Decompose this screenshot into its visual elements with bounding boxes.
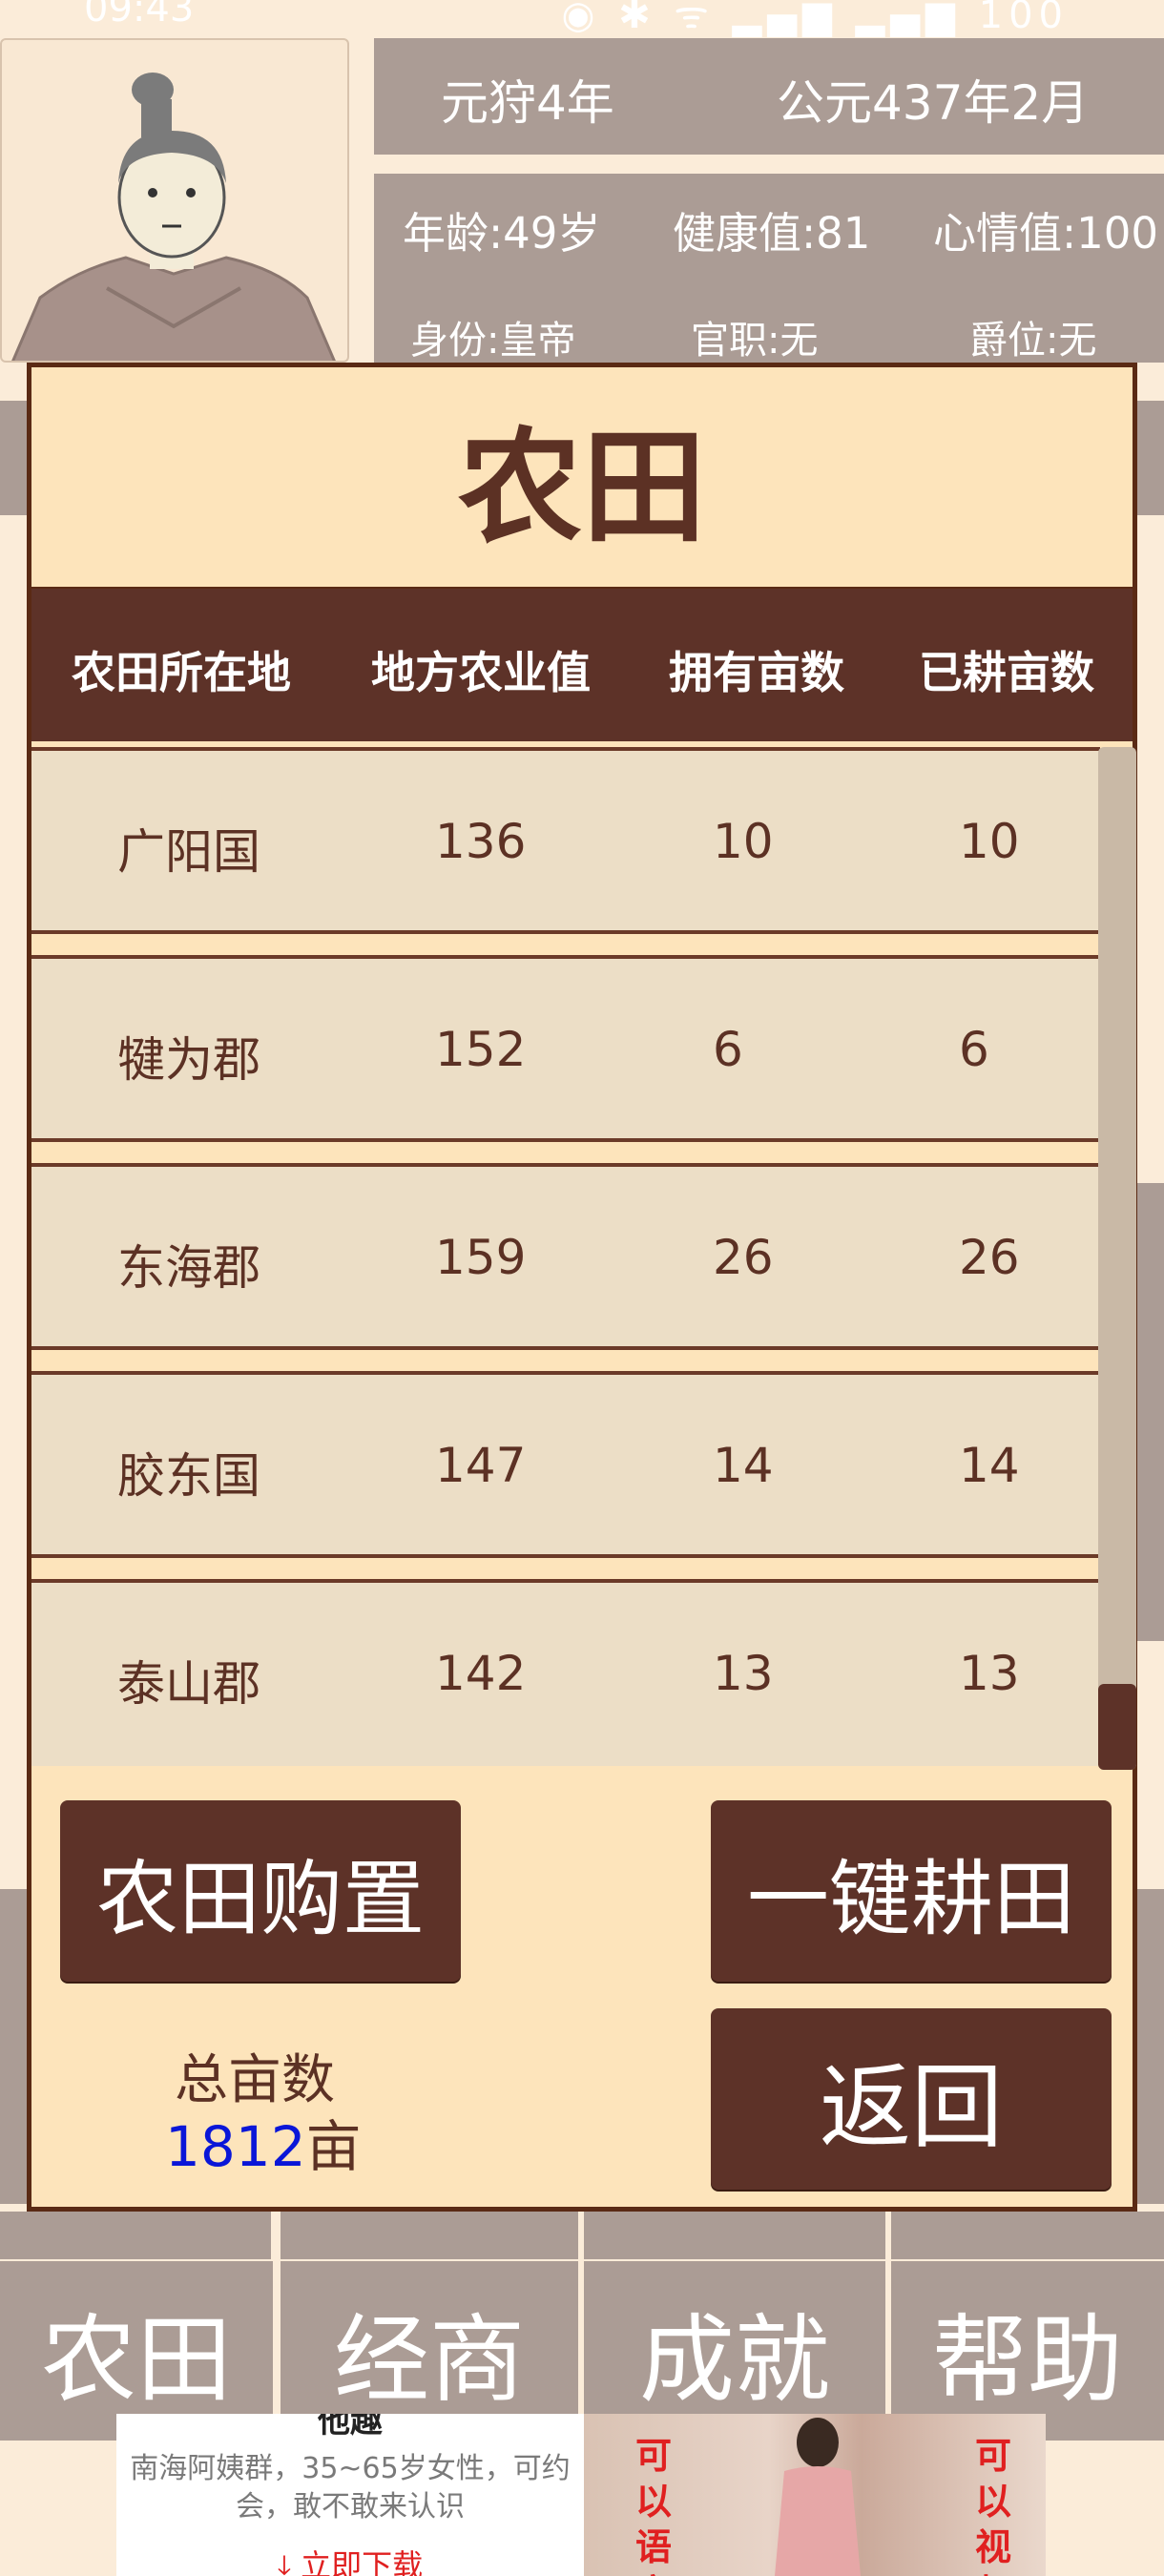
table-row[interactable]: 广阳国 136 10 10 — [31, 747, 1100, 934]
mood-stat: 心情值:100 — [933, 208, 1159, 259]
table-row[interactable]: 泰山郡 142 13 13 — [31, 1579, 1100, 1766]
column-header-owned: 拥有亩数 — [669, 647, 844, 698]
ad-title: 他趣 — [318, 2414, 383, 2441]
cell-agri-value: 159 — [435, 1230, 527, 1285]
cell-plowed: 13 — [959, 1646, 1020, 1701]
background-strip — [1137, 401, 1164, 515]
era-year: 元狩4年 — [441, 75, 614, 131]
buy-farmland-button[interactable]: 农田购置 — [60, 1800, 461, 1982]
cell-agri-value: 136 — [435, 814, 527, 869]
battery-level: 100 — [978, 0, 1069, 37]
emperor-portrait[interactable] — [0, 38, 349, 363]
cell-plowed: 10 — [959, 814, 1020, 869]
scrollbar-thumb[interactable] — [1098, 1684, 1136, 1770]
column-header-location: 农田所在地 — [72, 647, 291, 698]
nav-strip — [0, 2212, 271, 2259]
background-strip — [1137, 1889, 1164, 2204]
background-strip — [0, 1889, 27, 2204]
cell-owned: 26 — [713, 1230, 774, 1285]
health-stat: 健康值:81 — [673, 208, 871, 259]
date-panel: 元狩4年 公元437年2月 — [374, 38, 1164, 155]
age-stat: 年龄:49岁 — [403, 208, 601, 259]
cell-owned: 10 — [713, 814, 774, 869]
ad-side-text: 可以语音 — [635, 2435, 673, 2576]
stats-panel: 年龄:49岁 健康值:81 心情值:100 身份:皇帝 官职:无 爵位:无 — [374, 174, 1164, 363]
cell-owned: 6 — [713, 1022, 743, 1077]
cell-plowed: 14 — [959, 1438, 1020, 1493]
column-header-agri-value: 地方农业值 — [371, 647, 591, 698]
cell-owned: 13 — [713, 1646, 774, 1701]
nav-strip — [584, 2212, 885, 2259]
cell-location: 泰山郡 — [117, 1656, 260, 1712]
cell-agri-value: 152 — [435, 1022, 527, 1077]
background-strip — [0, 401, 27, 515]
total-acres: 1812亩 — [165, 2102, 362, 2182]
calendar-date: 公元437年2月 — [777, 75, 1090, 131]
table-header: 农田所在地 地方农业值 拥有亩数 已耕亩数 — [31, 589, 1133, 741]
farmland-dialog: 农田 农田所在地 地方农业值 拥有亩数 已耕亩数 广阳国 136 10 10 犍… — [27, 363, 1137, 2212]
ad-download-link[interactable]: ⤓ 立即下载 — [116, 2542, 584, 2576]
status-time: 09:43 — [84, 0, 195, 31]
ad-side-text: 可以视频 — [975, 2435, 1012, 2576]
table-row[interactable]: 东海郡 159 26 26 — [31, 1163, 1100, 1350]
total-acres-unit: 亩 — [305, 2114, 362, 2179]
cell-location: 东海郡 — [117, 1240, 260, 1296]
cell-location: 广阳国 — [117, 824, 260, 880]
rank-stat: 爵位:无 — [969, 319, 1097, 363]
nav-strip — [891, 2212, 1164, 2259]
nav-strip — [281, 2212, 578, 2259]
total-acres-value: 1812 — [165, 2114, 306, 2179]
column-header-plowed: 已耕亩数 — [919, 647, 1094, 698]
status-icons: ◉ ✱ ᯤ ▂▄▆ ▂▄▆ 100 — [562, 0, 1069, 39]
plow-all-button[interactable]: 一键耕田 — [711, 1800, 1112, 1982]
office-stat: 官职:无 — [691, 319, 819, 363]
dialog-title: 农田 — [31, 367, 1133, 590]
cell-location: 犍为郡 — [117, 1032, 260, 1088]
table-row[interactable]: 犍为郡 152 6 6 — [31, 955, 1100, 1142]
cell-agri-value: 147 — [435, 1438, 527, 1493]
status-bar: 09:43 ◉ ✱ ᯤ ▂▄▆ ▂▄▆ 100 — [0, 0, 1164, 37]
list-scrollbar[interactable] — [1098, 747, 1136, 1770]
ad-image[interactable]: 可以语音 可以视频 — [584, 2414, 1046, 2576]
identity-stat: 身份:皇帝 — [410, 319, 576, 363]
ad-line: 会，敢不敢来认识 — [236, 2490, 465, 2524]
ad-body: 南海阿姨群，35~65岁女性，可约 会，敢不敢来认识 — [116, 2450, 584, 2526]
table-row[interactable]: 胶东国 147 14 14 — [31, 1371, 1100, 1558]
ad-line: 南海阿姨群，35~65岁女性，可约 — [130, 2452, 571, 2485]
back-button[interactable]: 返回 — [711, 2008, 1112, 2190]
cell-owned: 14 — [713, 1438, 774, 1493]
ad-photo-icon — [775, 2418, 861, 2576]
cell-plowed: 26 — [959, 1230, 1020, 1285]
cell-agri-value: 142 — [435, 1646, 527, 1701]
cell-plowed: 6 — [959, 1022, 989, 1077]
background-strip — [1137, 1183, 1164, 1641]
ad-banner[interactable]: 他趣 南海阿姨群，35~65岁女性，可约 会，敢不敢来认识 ⤓ 立即下载 可以语… — [116, 2414, 1046, 2576]
emperor-avatar-icon — [11, 73, 336, 361]
cell-location: 胶东国 — [117, 1448, 260, 1504]
